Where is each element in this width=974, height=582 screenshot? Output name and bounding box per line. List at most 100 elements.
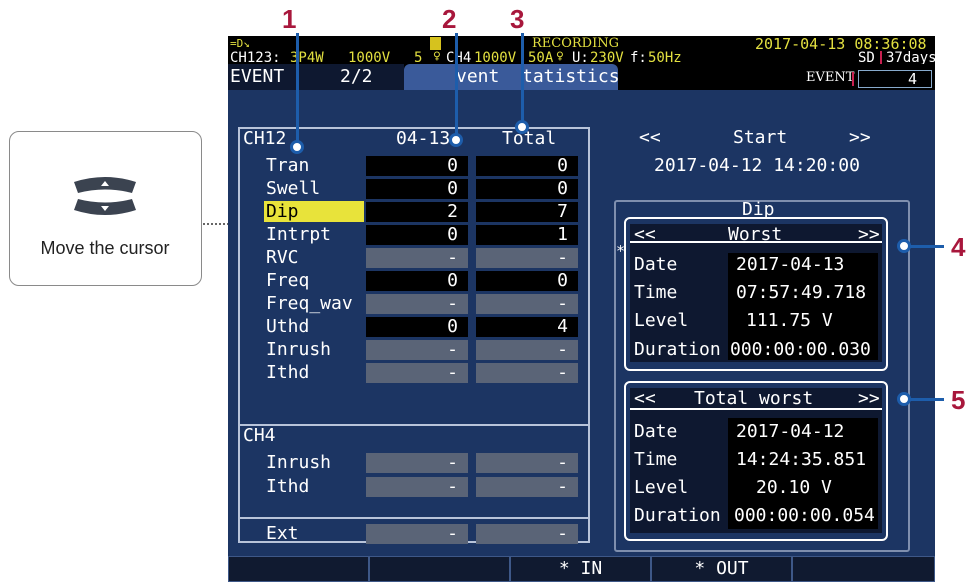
worst-level-label: Level <box>634 310 689 331</box>
range-v1: 1000V <box>348 50 391 66</box>
event-row-label[interactable]: Ext <box>266 523 299 544</box>
function-key-in[interactable]: * IN <box>510 556 651 582</box>
day-count-cell: 0 <box>366 179 468 199</box>
day-count-cell: - <box>366 340 468 360</box>
total-worst-duration: 000:00:00.054 <box>734 505 875 526</box>
range-a2: 50A <box>528 50 554 66</box>
start-label: Start <box>733 127 788 148</box>
function-key-out[interactable]: * OUT <box>651 556 792 582</box>
event-row-label[interactable]: Freq <box>266 270 309 291</box>
total-worst-duration-label: Duration <box>634 505 721 526</box>
total-worst-title: Total worst <box>694 388 814 409</box>
clamp-icon-2: ♀ <box>556 49 564 64</box>
total-count-cell: - <box>476 363 578 383</box>
event-row-label[interactable]: Ithd <box>266 362 309 383</box>
total-count-cell: 0 <box>476 179 578 199</box>
callout-dot-4 <box>897 239 911 253</box>
total-count-cell: 7 <box>476 202 578 222</box>
worst-date-label: Date <box>634 254 678 275</box>
event-row-label[interactable]: Intrpt <box>266 224 331 245</box>
tab-page: 2/2 <box>340 66 373 87</box>
callout-1: 1 <box>282 4 297 34</box>
callout-line-3 <box>521 33 524 123</box>
day-count-cell: 0 <box>366 156 468 176</box>
total-worst-next-button[interactable]: >> <box>858 389 880 409</box>
event-row-label[interactable]: Ithd <box>266 476 309 497</box>
total-count-cell: 4 <box>476 317 578 337</box>
total-count-cell: - <box>476 453 578 473</box>
callout-dot-5 <box>897 392 911 406</box>
col-total-header: Total <box>502 128 557 149</box>
sd-label: SD <box>858 50 875 66</box>
function-key-1[interactable] <box>228 556 369 582</box>
ch4-status: CH4 <box>446 50 472 66</box>
col-date-header: 04-13 <box>396 128 451 149</box>
cursor-help-box: Move the cursor <box>9 131 202 286</box>
day-count-cell: 2 <box>366 202 468 222</box>
worst-title: Worst <box>728 224 783 245</box>
day-count-cell: 0 <box>366 317 468 337</box>
function-key-2[interactable] <box>369 556 510 582</box>
total-count-cell: - <box>476 248 578 268</box>
total-count-cell: 1 <box>476 225 578 245</box>
worst-next-button[interactable]: >> <box>858 225 880 245</box>
day-count-cell: - <box>366 453 468 473</box>
sd-days: 37days <box>886 50 935 66</box>
total-count-cell: - <box>476 294 578 314</box>
f-value: 50Hz <box>648 50 682 66</box>
worst-prev-button[interactable]: << <box>634 225 656 245</box>
power-icon: =D↘ <box>230 37 250 50</box>
ch123-label: CH123: <box>230 50 281 66</box>
total-count-cell: 0 <box>476 271 578 291</box>
f-label: f: <box>630 50 647 66</box>
table-divider-ext <box>240 517 588 519</box>
start-prev-button[interactable]: << <box>639 128 661 148</box>
callout-5: 5 <box>951 385 966 415</box>
day-count-cell: - <box>366 524 468 544</box>
callout-dot-1 <box>290 140 304 154</box>
worst-date: 2017-04-13 <box>736 254 845 275</box>
instrument-screen: =D↘ RECORDING 2017-04-13 08:36:08 CH123:… <box>228 36 935 582</box>
event-row-label[interactable]: Dip <box>264 201 364 222</box>
sd-divider <box>880 51 882 65</box>
total-worst-date-label: Date <box>634 421 678 442</box>
event-row-label[interactable]: Swell <box>266 178 320 199</box>
total-worst-level: 20.10 V <box>756 477 832 498</box>
range-a1: 5 <box>414 50 423 66</box>
event-row-label[interactable]: Inrush <box>266 452 331 473</box>
worst-duration-clip: 000:00:00.030 <box>728 338 880 360</box>
total-worst-time-label: Time <box>634 449 678 470</box>
function-key-5[interactable] <box>792 556 935 582</box>
clamp-icon: ♀ <box>433 49 441 64</box>
total-worst-prev-button[interactable]: << <box>634 389 656 409</box>
event-row-label[interactable]: Uthd <box>266 316 309 337</box>
callout-line-1 <box>296 33 299 143</box>
total-count-cell: - <box>476 524 578 544</box>
event-row-label[interactable]: Freq_wav <box>266 293 353 314</box>
worst-level: 111.75 V <box>746 310 833 331</box>
event-divider <box>852 72 854 86</box>
event-row-label[interactable]: Tran <box>266 155 309 176</box>
table-divider-ch4 <box>240 424 588 426</box>
recording-status: RECORDING <box>532 36 619 51</box>
event-row-label[interactable]: Inrush <box>266 339 331 360</box>
ch4-header: CH4 <box>243 425 276 446</box>
day-count-cell: - <box>366 477 468 497</box>
worst-time: 07:57:49.718 <box>736 282 867 303</box>
total-count-cell: 0 <box>476 156 578 176</box>
status-datetime: 2017-04-13 08:36:08 <box>755 36 927 53</box>
event-row-label[interactable]: RVC <box>266 247 299 268</box>
total-worst-time: 14:24:35.851 <box>736 449 867 470</box>
day-count-cell: 0 <box>366 225 468 245</box>
u-value: 230V <box>590 50 624 66</box>
total-count-cell: - <box>476 340 578 360</box>
u-label: U: <box>572 50 589 66</box>
callout-dot-3 <box>515 120 529 134</box>
tab-event-label: EVENT <box>230 66 285 87</box>
worst-duration-label: Duration <box>634 339 721 360</box>
tab-title-part1: vent <box>456 66 500 87</box>
start-next-button[interactable]: >> <box>849 128 871 148</box>
callout-3: 3 <box>510 4 525 34</box>
tab-title-part2: tatistics <box>522 66 620 87</box>
event-count-box <box>858 70 932 88</box>
